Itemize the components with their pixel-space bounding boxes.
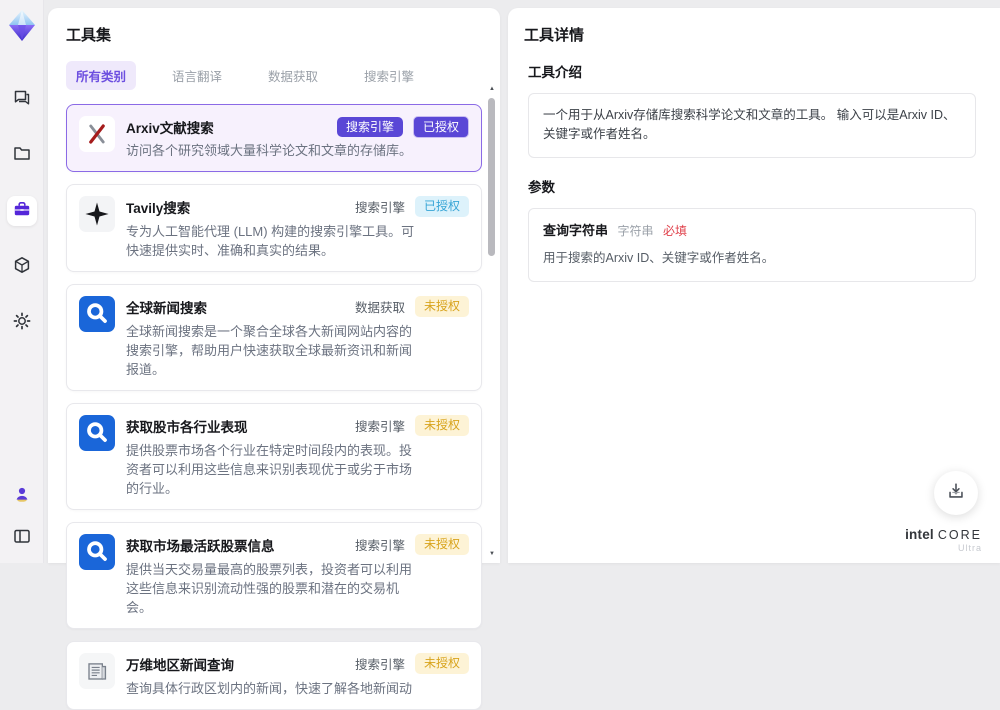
category-tabs: 所有类别语言翻译数据获取搜索引擎 [66,61,482,90]
tool-auth-badge: 未授权 [415,415,469,435]
tool-auth-badge: 已授权 [415,196,469,216]
sidebar-nav [7,84,37,338]
detail-title: 工具详情 [524,24,980,45]
tool-description: 提供股票市场各个行业在特定时间段内的表现。投资者可以利用这些信息来识别表现优于或… [126,441,418,498]
tool-description: 专为人工智能代理 (LLM) 构建的搜索引擎工具。可快速提供实时、准确和真实的结… [126,222,418,260]
tool-category: 搜索引擎 [355,654,405,673]
brand-sub: Ultra [905,543,982,553]
category-tab[interactable]: 数据获取 [258,61,328,90]
param-description: 用于搜索的Arxiv ID、关键字或作者姓名。 [543,249,961,268]
arxiv-logo-icon [79,116,115,152]
tool-category: 数据获取 [355,297,405,316]
category-tab[interactable]: 语言翻译 [162,61,232,90]
tool-auth-badge: 未授权 [415,296,469,316]
folder-icon [12,143,32,168]
list-scrollbar[interactable]: ▲ ▼ [486,86,498,557]
tool-description: 提供当天交易量最高的股票列表，投资者可以利用这些信息来识别流动性强的股票和潜在的… [126,560,418,617]
tool-category: 搜索引擎 [355,535,405,554]
gear-icon [12,311,32,336]
param-required-badge: 必填 [663,224,687,238]
left-sidebar [0,0,44,563]
tool-name: 获取市场最活跃股票信息 [126,534,275,555]
tool-name: 万维地区新闻查询 [126,653,234,674]
tool-auth-badge: 已授权 [413,116,469,138]
category-tab[interactable]: 搜索引擎 [354,61,424,90]
sidebar-item-files[interactable] [7,140,37,170]
category-tab[interactable]: 所有类别 [66,61,136,90]
tool-category: 搜索引擎 [355,416,405,435]
tool-card-list: Arxiv文献搜索 搜索引擎 已授权 访问各个研究领域大量科学论文和文章的存储库… [66,104,482,710]
tool-card[interactable]: 获取股市各行业表现 搜索引擎 未授权 提供股票市场各个行业在特定时间段内的表现。… [66,403,482,510]
sidebar-item-settings[interactable] [7,308,37,338]
tool-description: 查询具体行政区划内的新闻，快速了解各地新闻动 [126,679,418,698]
tool-description: 访问各个研究领域大量科学论文和文章的存储库。 [126,141,418,160]
params-heading: 参数 [528,176,976,196]
tool-card[interactable]: 获取市场最活跃股票信息 搜索引擎 未授权 提供当天交易量最高的股票列表，投资者可… [66,522,482,629]
intel-core-logo: intel core Ultra [905,527,982,553]
scroll-up-icon[interactable]: ▲ [489,86,495,92]
download-icon [945,480,967,507]
chat-icon [12,87,32,112]
page-title: 工具集 [66,24,482,45]
toolbox-icon [12,199,32,224]
tool-name: 全球新闻搜索 [126,296,207,317]
tool-card[interactable]: 万维地区新闻查询 搜索引擎 未授权 查询具体行政区划内的新闻，快速了解各地新闻动 [66,641,482,710]
sidebar-item-collapse[interactable] [7,523,37,553]
sparkle-star-icon [79,196,115,232]
avatar-icon [12,484,32,509]
intro-box: 一个用于从Arxiv存储库搜索科学论文和文章的工具。 输入可以是Arxiv ID… [528,93,976,158]
tool-name: Tavily搜索 [126,196,190,217]
search-magnifier-icon [79,415,115,451]
param-type: 字符串 [618,224,654,238]
search-magnifier-icon [79,296,115,332]
intro-text: 一个用于从Arxiv存储库搜索科学论文和文章的工具。 输入可以是Arxiv ID… [543,108,956,141]
brand-core: core [938,528,982,542]
tool-card[interactable]: Tavily搜索 搜索引擎 已授权 专为人工智能代理 (LLM) 构建的搜索引擎… [66,184,482,272]
app-logo-icon [5,8,39,44]
brand-intel: intel [905,527,934,542]
tool-name: Arxiv文献搜索 [126,116,214,137]
tool-description: 全球新闻搜索是一个聚合全球各大新闻网站内容的搜索引擎，帮助用户快速获取全球最新资… [126,322,418,379]
sidebar-item-chat[interactable] [7,84,37,114]
tool-name: 获取股市各行业表现 [126,415,248,436]
tool-card[interactable]: 全球新闻搜索 数据获取 未授权 全球新闻搜索是一个聚合全球各大新闻网站内容的搜索… [66,284,482,391]
tool-list-panel: 工具集 所有类别语言翻译数据获取搜索引擎 Arxiv文献搜索 搜索引擎 已授权 … [48,8,500,563]
param-name: 查询字符串 [543,223,608,238]
download-button[interactable] [934,471,978,515]
intro-heading: 工具介绍 [528,61,976,81]
newspaper-icon [79,653,115,689]
sidebar-item-profile[interactable] [7,481,37,511]
sidebar-item-packages[interactable] [7,252,37,282]
search-magnifier-icon [79,534,115,570]
sidebar-item-tools[interactable] [7,196,37,226]
scrollbar-thumb[interactable] [488,98,495,256]
tool-auth-badge: 未授权 [415,653,469,673]
param-header: 查询字符串 字符串 必填 [543,221,961,241]
param-box: 查询字符串 字符串 必填 用于搜索的Arxiv ID、关键字或作者姓名。 [528,208,976,282]
scroll-down-icon[interactable]: ▼ [489,551,495,557]
tool-auth-badge: 未授权 [415,534,469,554]
tool-detail-panel: 工具详情 工具介绍 一个用于从Arxiv存储库搜索科学论文和文章的工具。 输入可… [508,8,1000,563]
cube-icon [12,255,32,280]
tool-card[interactable]: Arxiv文献搜索 搜索引擎 已授权 访问各个研究领域大量科学论文和文章的存储库… [66,104,482,172]
tool-category: 搜索引擎 [337,117,403,137]
tool-category: 搜索引擎 [355,197,405,216]
panel-toggle-icon [12,526,32,551]
